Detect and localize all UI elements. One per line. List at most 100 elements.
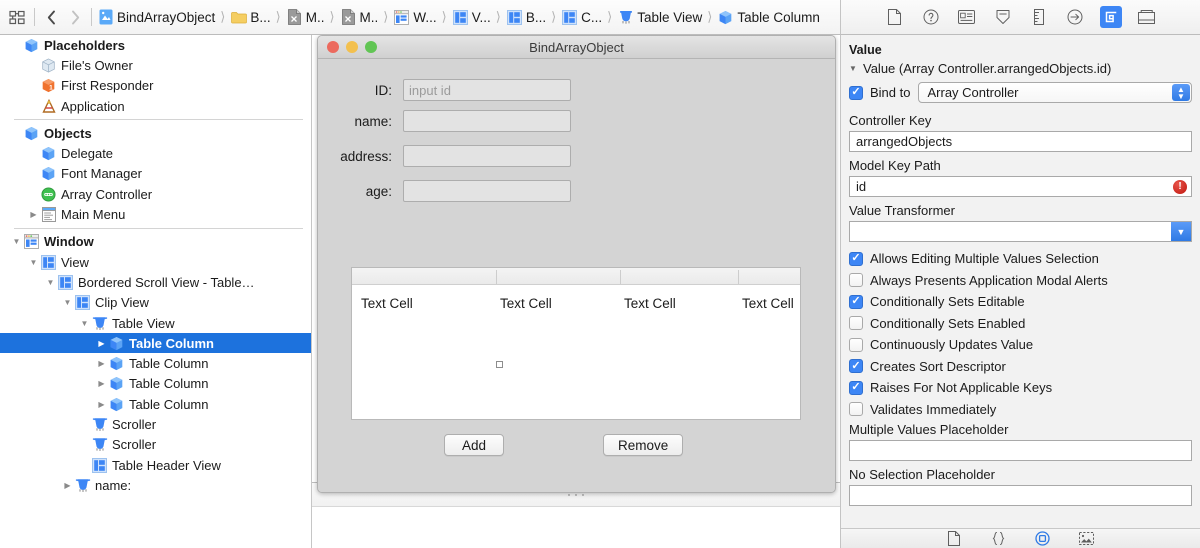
name-input[interactable] (403, 110, 571, 132)
table-cell[interactable]: Text Cell (500, 296, 552, 311)
outline-row-table-column[interactable]: ▶Table Column (0, 394, 311, 414)
option-checkbox-continuously-updates-value[interactable] (849, 338, 863, 352)
identity-inspector-icon[interactable] (956, 6, 978, 28)
quick-help-icon[interactable] (920, 6, 942, 28)
breadcrumb-item-7[interactable]: C... (560, 6, 603, 28)
code-snippet-library-icon[interactable] (990, 531, 1008, 547)
outline-row-name[interactable]: ▶name: (0, 475, 311, 495)
file-inspector-icon[interactable] (884, 6, 906, 28)
interface-builder-canvas[interactable]: BindArrayObject ID: input id name: (312, 35, 840, 548)
option-checkbox-conditionally-sets-editable[interactable] (849, 295, 863, 309)
option-checkbox-creates-sort-descriptor[interactable] (849, 359, 863, 373)
view-effects-icon[interactable] (1136, 6, 1158, 28)
media-library-icon[interactable] (1078, 531, 1096, 547)
breadcrumb-item-1[interactable]: B... (229, 6, 271, 28)
breadcrumb-item-2[interactable]: M.. (285, 6, 326, 28)
outline-row-table-column[interactable]: ▶Table Column (0, 353, 311, 373)
chevron-updown-icon[interactable]: ▲▼ (1172, 84, 1190, 101)
chevron-right-icon[interactable]: ▶ (95, 400, 108, 409)
resize-handle[interactable] (496, 361, 503, 368)
file-template-library-icon[interactable] (946, 531, 964, 547)
outline-row-view[interactable]: ▼View (0, 252, 311, 272)
attributes-inspector-icon[interactable] (992, 6, 1014, 28)
error-badge-icon[interactable]: ! (1173, 180, 1187, 194)
chevron-down-icon[interactable]: ▼ (61, 298, 74, 307)
bind-to-row: Bind to Array Controller ▲▼ (849, 82, 1192, 103)
grid-icon[interactable] (4, 6, 30, 28)
document-outline[interactable]: ▶Placeholders▶File's Owner▶1First Respon… (0, 35, 312, 548)
outline-row-bordered-scroll-view-table[interactable]: ▼Bordered Scroll View - Table… (0, 272, 311, 292)
option-checkbox-raises-for-not-applicable-keys[interactable] (849, 381, 863, 395)
outline-row-delegate[interactable]: ▶Delegate (0, 143, 311, 163)
outline-row-font-manager[interactable]: ▶Font Manager (0, 164, 311, 184)
option-checkbox-validates-immediately[interactable] (849, 402, 863, 416)
outline-row-table-column[interactable]: ▶Table Column (0, 374, 311, 394)
chevron-down-icon[interactable]: ▼ (44, 278, 57, 287)
connections-inspector-icon[interactable] (1064, 6, 1086, 28)
option-checkbox-always-presents-application-modal-alerts[interactable] (849, 273, 863, 287)
outline-row-file-s-owner[interactable]: ▶File's Owner (0, 55, 311, 75)
size-inspector-icon[interactable] (1028, 6, 1050, 28)
remove-button[interactable]: Remove (603, 434, 683, 456)
chevron-right-icon[interactable]: ▶ (95, 339, 108, 348)
bind-to-popup[interactable]: Array Controller ▲▼ (918, 82, 1192, 103)
model-key-path-input[interactable]: id ! (849, 176, 1192, 197)
chevron-down-icon[interactable]: ▼ (27, 258, 40, 267)
age-input[interactable] (403, 180, 571, 202)
bindings-inspector[interactable]: Value ▼ Value (Array Controller.arranged… (840, 35, 1200, 548)
chevron-right-icon[interactable]: ▶ (95, 379, 108, 388)
preview-table-view[interactable]: Text Cell Text Cell Text Cell Text Cell (351, 267, 801, 420)
object-library-icon[interactable] (1034, 531, 1052, 547)
outline-row-table-view[interactable]: ▼Table View (0, 313, 311, 333)
bind-to-checkbox[interactable] (849, 86, 863, 100)
breadcrumb-item-5[interactable]: V... (451, 6, 492, 28)
chevron-down-icon[interactable]: ▼ (849, 64, 863, 73)
table-cell[interactable]: Text Cell (361, 296, 413, 311)
outline-row-application[interactable]: ▶Application (0, 96, 311, 116)
outline-row-clip-view[interactable]: ▼Clip View (0, 293, 311, 313)
outline-row-placeholders[interactable]: ▶Placeholders (0, 35, 311, 55)
table-header-view[interactable] (352, 268, 800, 285)
binding-subheader[interactable]: ▼ Value (Array Controller.arrangedObject… (849, 61, 1192, 76)
table-cell[interactable]: Text Cell (624, 296, 676, 311)
outline-row-main-menu[interactable]: ▶Main Menu (0, 204, 311, 224)
preview-window[interactable]: BindArrayObject ID: input id name: (317, 35, 836, 493)
outline-row-scroller[interactable]: ▶Scroller (0, 435, 311, 455)
chevron-right-icon[interactable]: ▶ (95, 359, 108, 368)
back-button[interactable] (39, 6, 63, 28)
id-input[interactable]: input id (403, 79, 571, 101)
column-divider[interactable] (496, 270, 497, 284)
outline-row-window[interactable]: ▼Window (0, 232, 311, 252)
bindings-inspector-icon[interactable] (1100, 6, 1122, 28)
breadcrumb-item-6[interactable]: B... (505, 6, 547, 28)
breadcrumb-item-3[interactable]: M.. (339, 6, 380, 28)
add-button[interactable]: Add (444, 434, 504, 456)
column-divider[interactable] (738, 270, 739, 284)
option-checkbox-allows-editing-multiple-values-selection[interactable] (849, 252, 863, 266)
tree-spacer: ▶ (27, 61, 40, 70)
chevron-down-icon[interactable]: ▼ (10, 237, 23, 246)
outline-row-scroller[interactable]: ▶Scroller (0, 414, 311, 434)
breadcrumb-item-4[interactable]: W... (392, 6, 437, 28)
outline-row-array-controller[interactable]: ▶Array Controller (0, 184, 311, 204)
breadcrumb-item-8[interactable]: Table View (616, 6, 703, 28)
no-selection-placeholder-input[interactable] (849, 485, 1192, 506)
outline-row-first-responder[interactable]: ▶1First Responder (0, 76, 311, 96)
controller-key-input[interactable]: arrangedObjects (849, 131, 1192, 152)
option-checkbox-conditionally-sets-enabled[interactable] (849, 316, 863, 330)
value-transformer-combo[interactable]: ▼ (849, 221, 1192, 242)
breadcrumb-item-0[interactable]: BindArrayObject (96, 6, 216, 28)
column-divider[interactable] (620, 270, 621, 284)
breadcrumb-item-9[interactable]: Table Column (716, 6, 821, 28)
multiple-values-placeholder-input[interactable] (849, 440, 1192, 461)
outline-row-table-header-view[interactable]: ▶Table Header View (0, 455, 311, 475)
chevron-right-icon[interactable]: ▶ (27, 210, 40, 219)
chevron-down-icon[interactable]: ▼ (1171, 222, 1191, 241)
forward-button[interactable] (63, 6, 87, 28)
chevron-down-icon[interactable]: ▼ (78, 319, 91, 328)
address-input[interactable] (403, 145, 571, 167)
chevron-right-icon[interactable]: ▶ (61, 481, 74, 490)
outline-row-table-column[interactable]: ▶Table Column (0, 333, 311, 353)
outline-row-objects[interactable]: ▶Objects (0, 123, 311, 143)
table-cell[interactable]: Text Cell (742, 296, 794, 311)
